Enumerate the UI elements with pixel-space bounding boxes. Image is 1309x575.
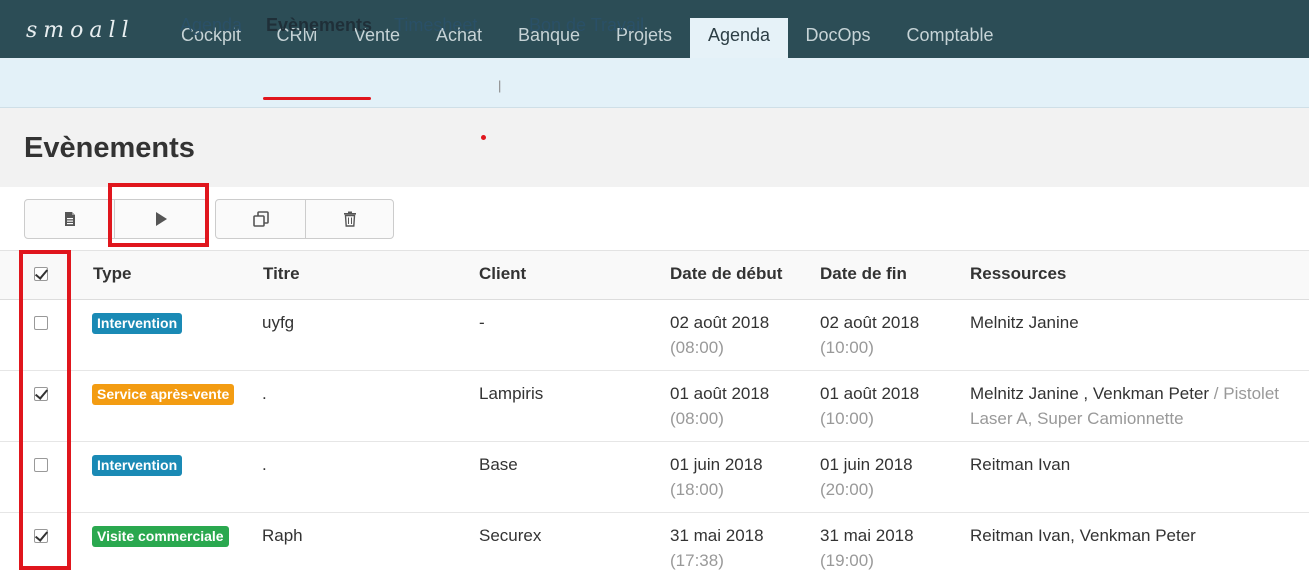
- row-start-time: (08:00): [670, 409, 724, 428]
- row-end-time: (19:00): [820, 551, 874, 570]
- type-badge: Intervention: [92, 455, 183, 476]
- sub-navbar: [0, 58, 1309, 108]
- row-title[interactable]: Raph: [262, 523, 303, 548]
- row-checkbox[interactable]: [34, 387, 48, 401]
- row-end-time: (10:00): [820, 409, 874, 428]
- row-title[interactable]: .: [262, 452, 267, 477]
- page-title: Evènements: [24, 132, 195, 164]
- active-tab-underline: [263, 97, 371, 100]
- table-header: [0, 250, 1309, 300]
- app-logo[interactable]: smoall: [26, 18, 135, 43]
- row-end-date: 01 juin 2018: [820, 455, 913, 474]
- subnav-separator: |: [498, 78, 502, 93]
- row-start-time: (18:00): [670, 480, 724, 499]
- row-title[interactable]: .: [262, 381, 267, 406]
- row-client: -: [479, 313, 485, 332]
- page-header: [0, 108, 1309, 187]
- row-end-date: 01 août 2018: [820, 384, 920, 403]
- play-icon: [156, 212, 167, 226]
- trash-icon: [343, 211, 356, 227]
- copy-icon: [252, 211, 269, 227]
- row-checkbox[interactable]: [34, 316, 48, 330]
- type-badge: Service après-vente: [92, 384, 235, 405]
- row-title[interactable]: uyfg: [262, 310, 294, 335]
- row-resources: Reitman Ivan: [970, 455, 1071, 474]
- table-row[interactable]: [0, 300, 1309, 371]
- select-all-checkbox[interactable]: [34, 267, 48, 281]
- subnav-agenda[interactable]: Agenda: [180, 14, 242, 36]
- row-resources-equipment: / Pistolet: [1209, 384, 1279, 403]
- row-end-time: (20:00): [820, 480, 874, 499]
- copy-button[interactable]: [216, 200, 305, 238]
- row-start-date: 31 mai 2018: [670, 526, 764, 545]
- row-resources-people: Melnitz Janine , Venkman Peter: [970, 384, 1210, 403]
- toolbar-group-main: [24, 199, 208, 239]
- row-end-date: 31 mai 2018: [820, 526, 914, 545]
- table-row[interactable]: [0, 442, 1309, 513]
- nav-docops[interactable]: DocOps: [794, 18, 882, 58]
- subnav-bon-de-travail[interactable]: Bon de Travail: [529, 14, 644, 36]
- column-header-client[interactable]: Client: [479, 264, 526, 284]
- row-resources: Melnitz Janine , Venkman Peter / Pistole…: [970, 381, 1279, 406]
- document-icon: [64, 212, 75, 226]
- column-header-type[interactable]: Type: [93, 264, 131, 284]
- row-start-time: (17:38): [670, 551, 724, 570]
- subnav-evenements[interactable]: Evènements: [266, 14, 372, 36]
- toolbar-group-edit: [215, 199, 394, 239]
- row-start-date: 02 août 2018: [670, 313, 770, 332]
- row-resources: Melnitz Janine: [970, 313, 1079, 332]
- column-header-date-fin[interactable]: Date de fin: [820, 264, 907, 284]
- row-checkbox[interactable]: [34, 529, 48, 543]
- row-client: Base: [479, 455, 518, 474]
- type-badge: Visite commerciale: [92, 526, 229, 547]
- row-start-time: (08:00): [670, 338, 724, 357]
- column-header-date-debut[interactable]: Date de début: [670, 264, 782, 284]
- subnav-timesheet[interactable]: Timesheet: [394, 14, 477, 36]
- play-button[interactable]: [114, 200, 207, 238]
- row-resources: Reitman Ivan, Venkman Peter: [970, 526, 1196, 545]
- column-header-titre[interactable]: Titre: [263, 264, 300, 284]
- row-client: Lampiris: [479, 384, 544, 403]
- row-start-date: 01 juin 2018: [670, 455, 763, 474]
- annotation-dot: [481, 135, 486, 140]
- row-start-date: 01 août 2018: [670, 384, 770, 403]
- new-document-button[interactable]: [25, 200, 114, 238]
- type-badge: Intervention: [92, 313, 183, 334]
- nav-agenda[interactable]: Agenda: [690, 18, 788, 58]
- row-resources-equipment-cont: Laser A, Super Camionnette: [970, 409, 1184, 428]
- row-client: Securex: [479, 526, 542, 545]
- row-checkbox[interactable]: [34, 458, 48, 472]
- row-end-date: 02 août 2018: [820, 313, 920, 332]
- nav-comptable[interactable]: Comptable: [892, 18, 1008, 58]
- row-end-time: (10:00): [820, 338, 874, 357]
- column-header-ressources[interactable]: Ressources: [970, 264, 1066, 284]
- delete-button[interactable]: [305, 200, 393, 238]
